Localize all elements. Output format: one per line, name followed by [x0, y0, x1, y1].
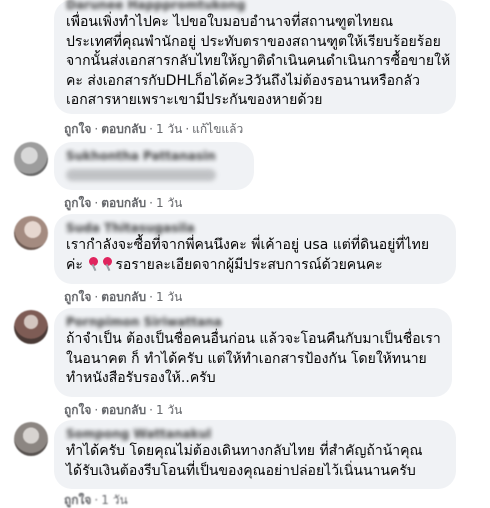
avatar[interactable]: [14, 216, 48, 250]
avatar[interactable]: [14, 310, 48, 344]
comment-text-line: ถ้าจำเป็น ต้องเป็นชื่อคนอื่นก่อน แล้วจะโ…: [66, 331, 441, 347]
comment-text-line: ประเทศที่คุณพำนักอยู่ ประทับตราของสถานฑู…: [66, 33, 441, 50]
comment-author[interactable]: Suda Thitasugasila: [66, 220, 444, 236]
comment-text-line: ทำได้ครับ โดยคุณไม่ต้องเดินทางกลับไทย ที…: [66, 443, 423, 459]
comment-text-line: เรากำลังจะซื้อที่จากพี่คนนึงคะ พี่เค้าอย…: [66, 237, 430, 253]
avatar[interactable]: [14, 142, 48, 176]
separator: ·: [185, 122, 190, 136]
blurred-comment-text: [66, 169, 216, 181]
timestamp[interactable]: 1 วัน: [156, 290, 182, 304]
timestamp[interactable]: 1 วัน: [156, 403, 182, 417]
reply-link[interactable]: ตอบกลับ: [101, 403, 146, 417]
separator: ·: [149, 196, 153, 210]
comment-text-line: ในอนาคต ก็ ทำได้ครับ แต่ให้ทำเอกสารป้องก…: [66, 350, 427, 367]
comment-author[interactable]: Sukhontha Pattanasin: [66, 148, 242, 164]
comment-text-line: ได้รับเงินต้องรีบโอนที่เป็นของคุณอย่าปล่…: [66, 462, 416, 479]
comment-actions: ถูกใจ · 1 วัน: [64, 492, 128, 508]
comment-text-line: เพื่อนเพิ่งทำไปคะ ไปขอใบมอบอำนาจที่สถานฑ…: [66, 14, 394, 30]
timestamp[interactable]: 1 วัน: [156, 122, 182, 136]
separator: ·: [94, 290, 99, 304]
comment-actions: ถูกใจ · ตอบกลับ · 1 วัน: [64, 402, 182, 418]
comment-author[interactable]: Darunee Happpromtukong: [66, 0, 444, 13]
comment-actions: ถูกใจ · ตอบกลับ · 1 วัน: [64, 195, 182, 211]
comment-bubble: Suda Thitasugasila เรากำลังจะซื้อที่จากพ…: [54, 214, 456, 284]
comment-bubble: Sukhontha Pattanasin: [54, 142, 254, 190]
separator: ·: [94, 196, 99, 210]
comment-author[interactable]: Sompong Wattanakul: [66, 426, 444, 442]
like-link[interactable]: ถูกใจ: [64, 403, 91, 417]
avatar[interactable]: [14, 422, 48, 456]
like-link[interactable]: ถูกใจ: [64, 122, 91, 136]
comment-actions: ถูกใจ · ตอบกลับ · 1 วัน · แก้ไขแล้ว: [64, 121, 243, 137]
comment-bubble: Darunee Happpromtukong เพื่อนเพิ่งทำไปคะ…: [54, 0, 456, 114]
pushpin-icon: [87, 256, 101, 271]
like-link[interactable]: ถูกใจ: [64, 493, 91, 507]
timestamp[interactable]: 1 วัน: [101, 493, 127, 507]
separator: ·: [149, 290, 153, 304]
comment-text-line: คะ ส่งเอกสารกับDHLก็อได้คะ3วันถึงไม่ต้อง…: [66, 72, 420, 89]
separator: ·: [149, 122, 153, 136]
timestamp[interactable]: 1 วัน: [156, 196, 182, 210]
comment-author[interactable]: Pornpimon Siriwattana: [66, 314, 440, 330]
comment-bubble: Pornpimon Siriwattana ถ้าจำเป็น ต้องเป็น…: [54, 308, 452, 397]
comment-text-line: เอกสารหายเพราะเขามีประกันของหายด้วย: [66, 92, 323, 108]
reply-link[interactable]: ตอบกลับ: [101, 122, 146, 136]
separator: ·: [94, 493, 99, 507]
comment-actions: ถูกใจ · ตอบกลับ · 1 วัน: [64, 289, 182, 305]
comment-bubble: Sompong Wattanakul ทำได้ครับ โดยคุณไม่ต้…: [54, 420, 456, 489]
like-link[interactable]: ถูกใจ: [64, 290, 91, 304]
separator: ·: [149, 403, 153, 417]
comment-text-line: จากนั้นส่งเอกสารกลับไทยให้ญาติดำเนินคนดำ…: [66, 53, 451, 69]
comment-text-prefix: ค่ะ: [66, 256, 83, 273]
like-link[interactable]: ถูกใจ: [64, 196, 91, 210]
comment-text-line: ทำหนังสือรับรองให้..ครับ: [66, 370, 216, 386]
reply-link[interactable]: ตอบกลับ: [101, 290, 146, 304]
comment-text-line: รอรายละเอียดจากผู้มีประสบการณ์ด้วยคนคะ: [115, 256, 383, 273]
comment-text-line: ค่ะ รอรายละเอียดจากผู้มีประสบการณ์ด้วยคน…: [66, 256, 444, 276]
separator: ·: [94, 403, 99, 417]
pushpin-icon: [101, 256, 115, 271]
edited-label: แก้ไขแล้ว: [192, 122, 244, 136]
reply-link[interactable]: ตอบกลับ: [101, 196, 146, 210]
separator: ·: [94, 122, 99, 136]
